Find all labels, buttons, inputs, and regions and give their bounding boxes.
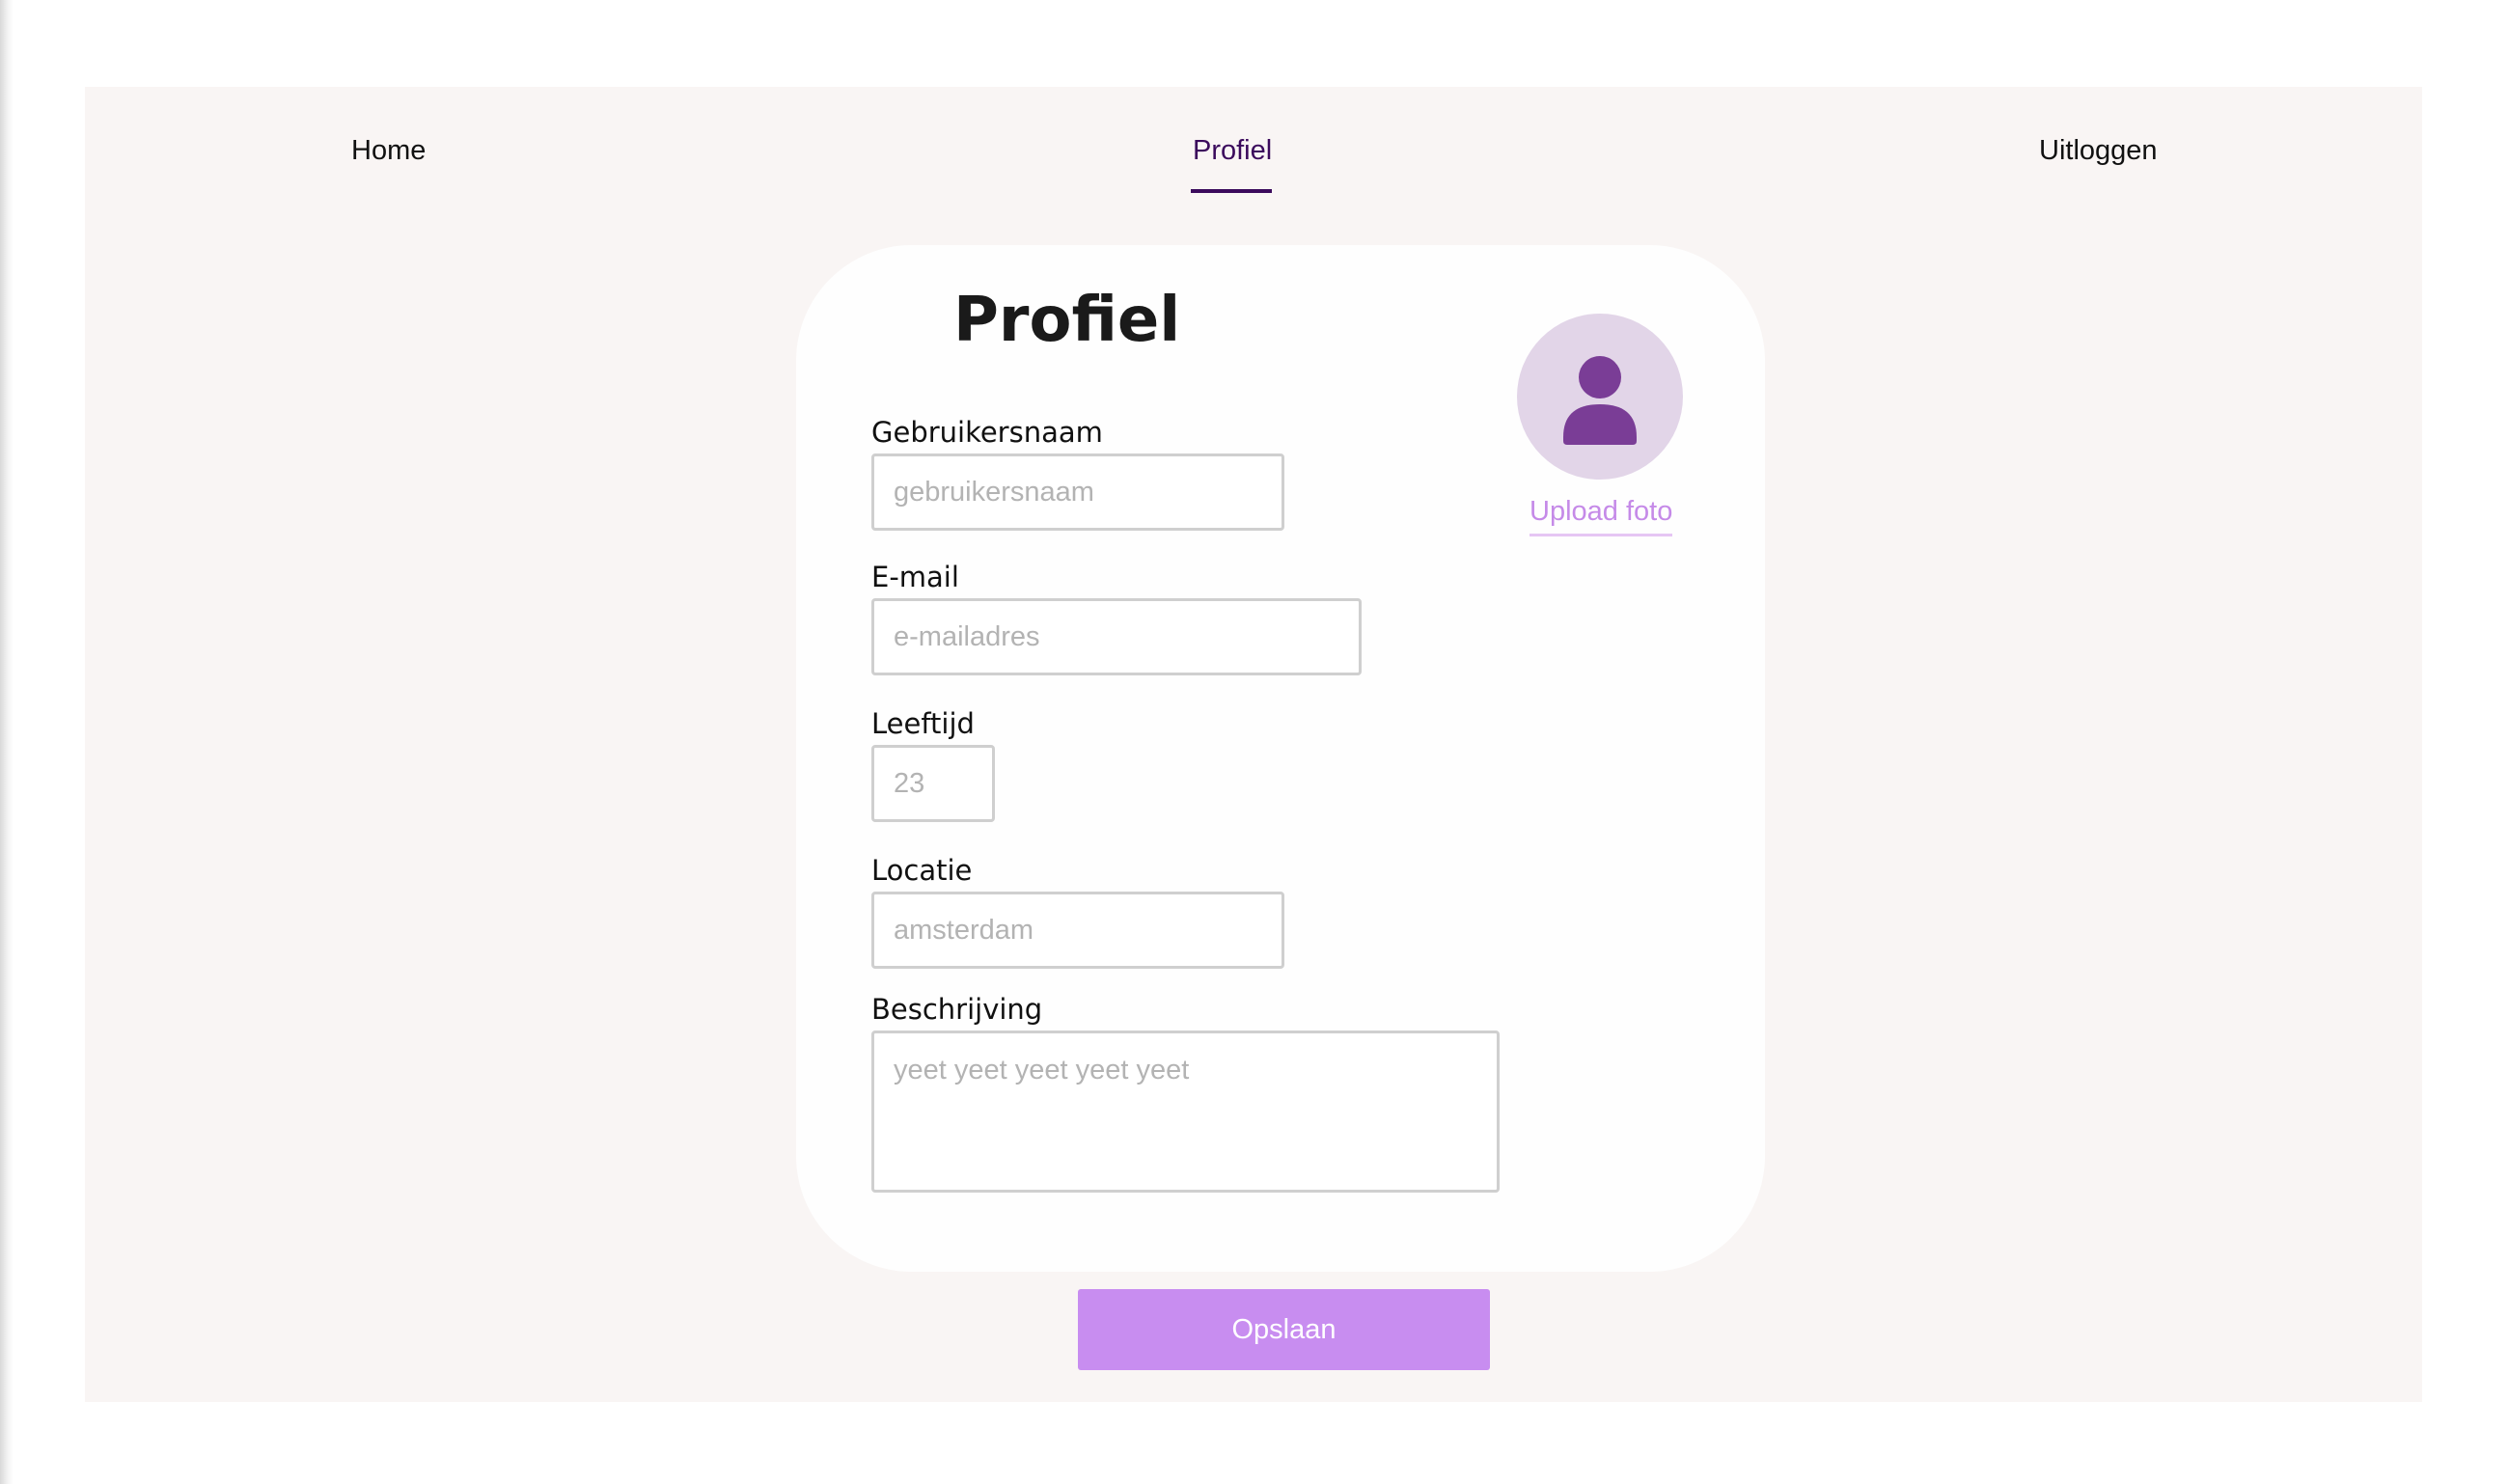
age-field[interactable] (871, 745, 995, 822)
window-edge-shadow (0, 0, 14, 1484)
page-title: Profiel (953, 285, 1181, 356)
nav-home-link[interactable]: Home (351, 137, 426, 165)
location-field[interactable] (871, 892, 1284, 969)
avatar[interactable] (1517, 314, 1683, 480)
description-field[interactable] (871, 1031, 1500, 1193)
username-field[interactable] (871, 453, 1284, 531)
nav-active-indicator (1191, 189, 1272, 193)
email-label: E-mail (871, 561, 959, 593)
username-label: Gebruikersnaam (871, 416, 1103, 449)
save-button[interactable]: Opslaan (1078, 1289, 1490, 1370)
upload-photo-underline (1530, 534, 1672, 536)
nav-profile-link[interactable]: Profiel (1193, 137, 1272, 165)
upload-photo-link[interactable]: Upload foto (1530, 498, 1672, 526)
email-field[interactable] (871, 598, 1362, 675)
nav-logout-link[interactable]: Uitloggen (2039, 137, 2158, 165)
app-frame: Home Profiel Uitloggen Profiel Upload fo… (85, 87, 2422, 1402)
description-label: Beschrijving (871, 993, 1043, 1026)
location-label: Locatie (871, 854, 973, 887)
user-icon (1563, 356, 1637, 445)
age-label: Leeftijd (871, 707, 975, 740)
